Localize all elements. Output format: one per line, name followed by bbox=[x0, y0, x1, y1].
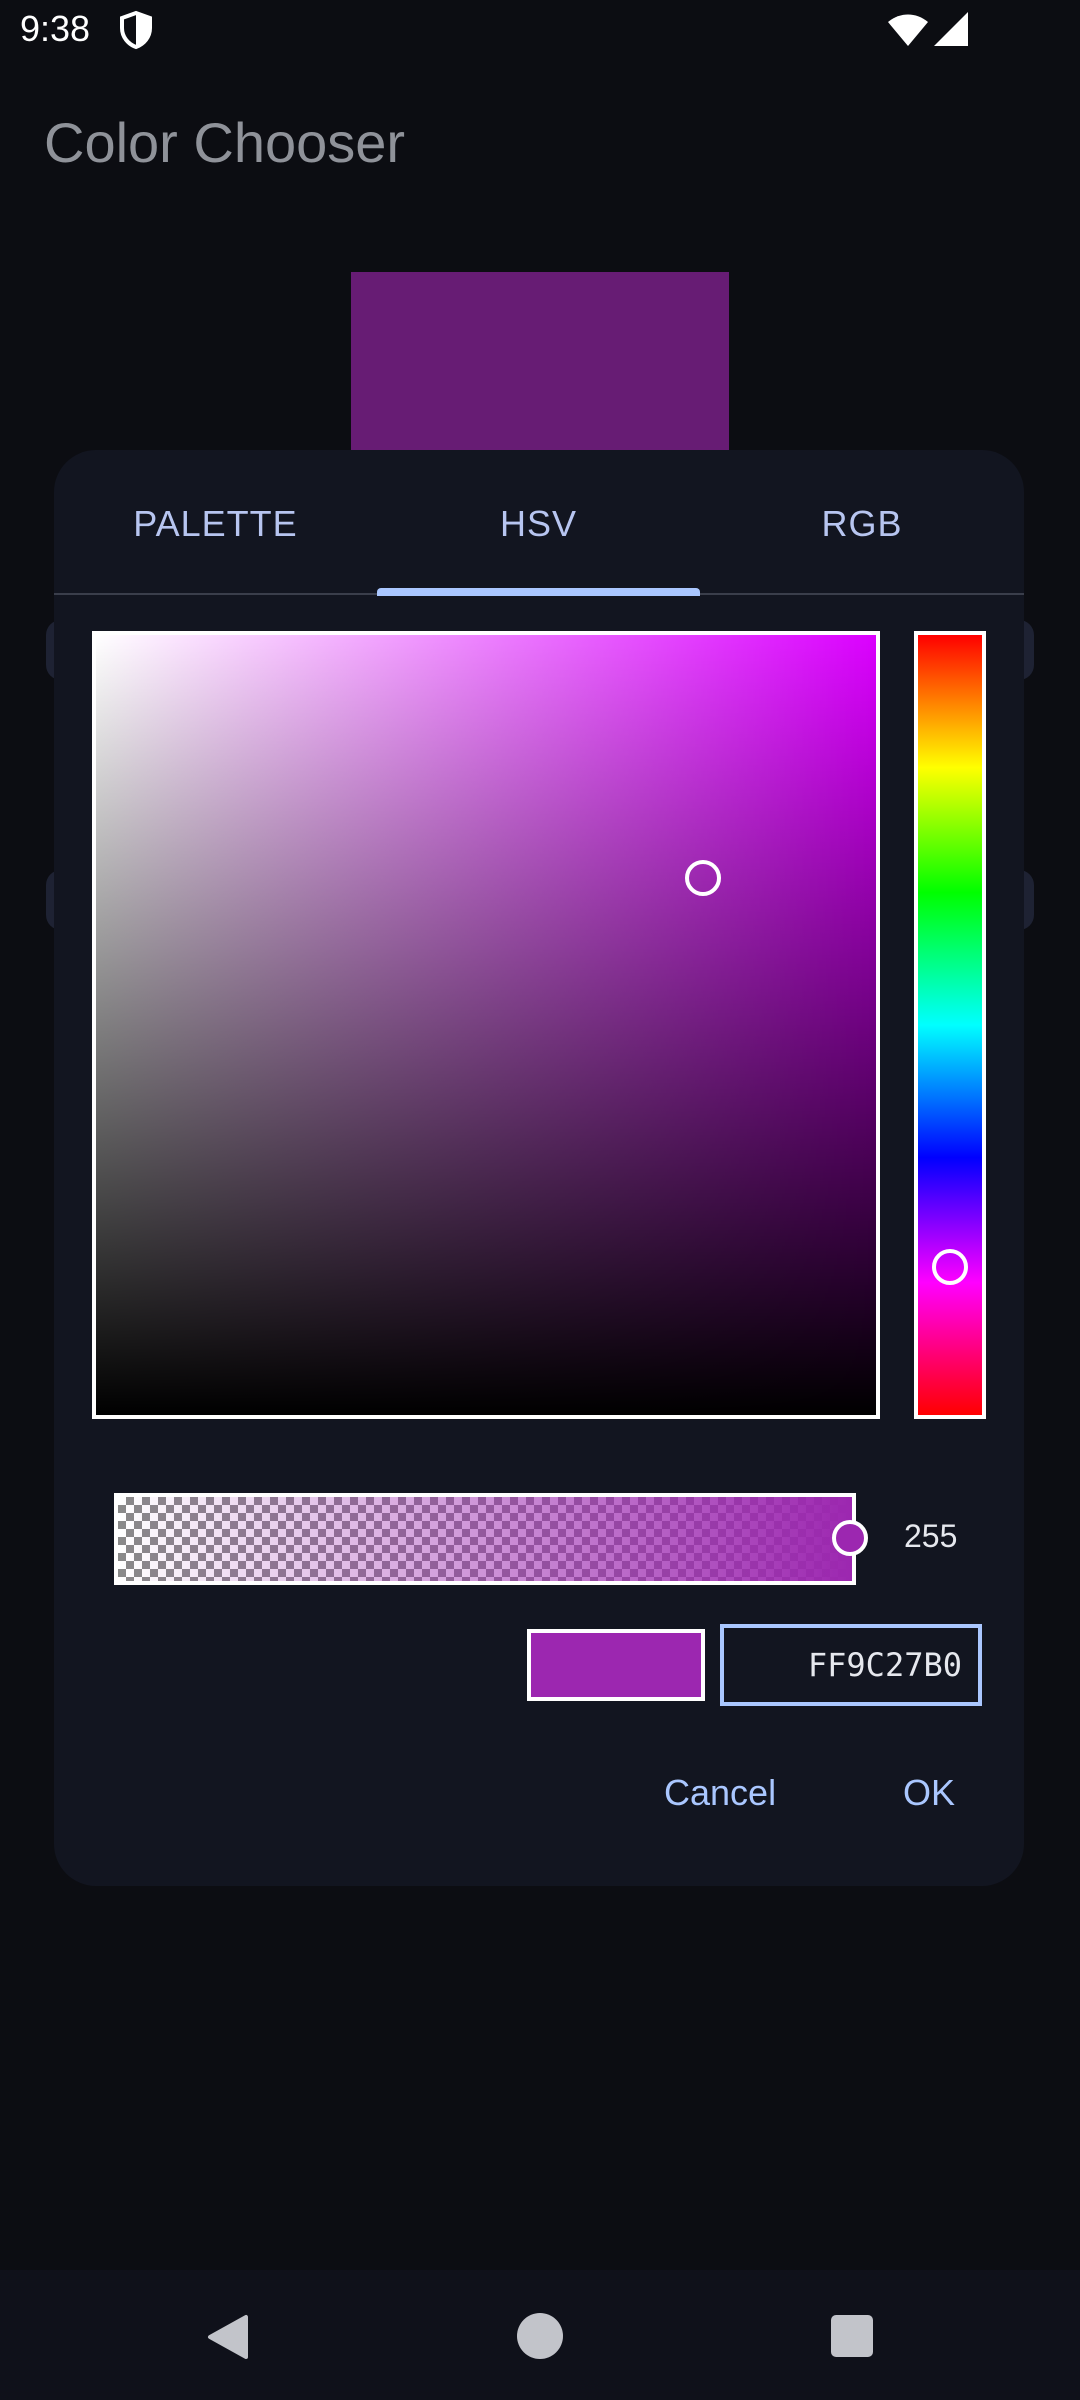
tab-selected-indicator bbox=[377, 588, 700, 596]
hue-slider-thumb[interactable] bbox=[932, 1249, 968, 1285]
cancel-button[interactable]: Cancel bbox=[664, 1772, 776, 1814]
color-preview-swatch bbox=[351, 272, 729, 452]
status-time: 9:38 bbox=[20, 8, 91, 49]
tab-palette[interactable]: PALETTE bbox=[54, 492, 377, 556]
saturation-value-picker[interactable] bbox=[92, 631, 880, 1419]
back-icon[interactable] bbox=[206, 2313, 250, 2361]
alpha-slider-thumb[interactable] bbox=[832, 1520, 868, 1556]
alpha-value-label: 255 bbox=[904, 1518, 958, 1554]
tab-rgb[interactable]: RGB bbox=[700, 492, 1024, 556]
cellular-signal-icon bbox=[934, 12, 968, 46]
home-icon[interactable] bbox=[516, 2312, 564, 2360]
hue-slider[interactable] bbox=[914, 631, 986, 1419]
ok-button[interactable]: OK bbox=[903, 1772, 955, 1814]
selected-color-swatch bbox=[527, 1629, 705, 1701]
wifi-icon bbox=[888, 14, 928, 46]
app-title: Color Chooser bbox=[44, 111, 406, 174]
hex-color-input[interactable] bbox=[720, 1624, 982, 1706]
shield-icon bbox=[120, 10, 152, 50]
tab-hsv[interactable]: HSV bbox=[377, 492, 700, 556]
recents-icon[interactable] bbox=[830, 2314, 874, 2358]
saturation-value-thumb[interactable] bbox=[685, 860, 721, 896]
alpha-slider[interactable] bbox=[114, 1493, 856, 1585]
